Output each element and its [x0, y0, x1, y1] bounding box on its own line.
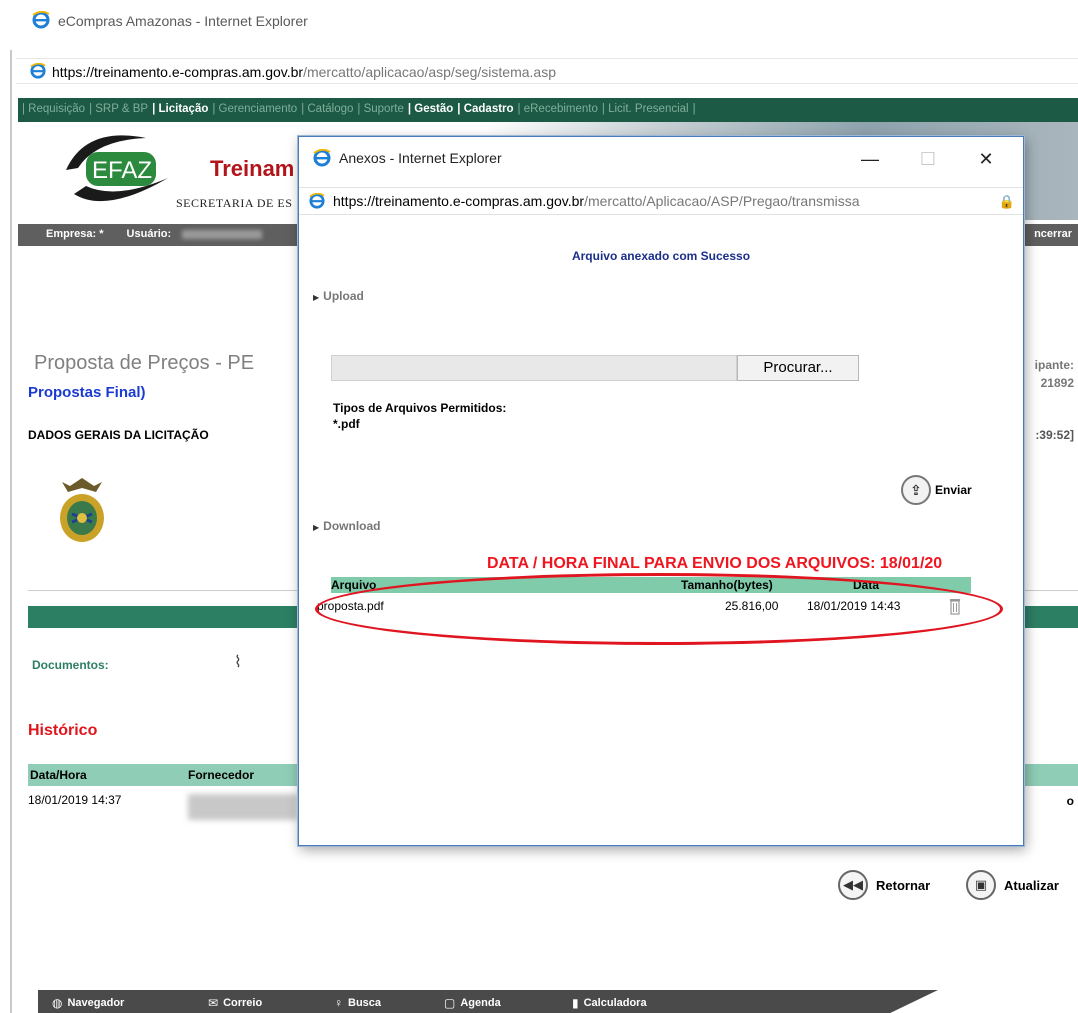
tipos-value: *.pdf — [333, 417, 360, 431]
table-row: proposta.pdf 25.816,00 18/01/2019 14:43 — [317, 597, 971, 615]
usuario-redacted — [182, 229, 263, 239]
paperclip-icon[interactable]: ⌇ — [234, 652, 242, 672]
empresa-label: Empresa: * — [46, 228, 104, 240]
sefaz-logo: EFAZ — [66, 135, 168, 202]
documentos-label: Documentos: — [32, 658, 109, 672]
col-arquivo: Arquivo — [331, 578, 377, 592]
window-left-edge — [10, 0, 12, 1013]
brand-treinamento: Treinam — [210, 156, 295, 181]
navegador-button[interactable]: ◍ Navegador — [52, 996, 124, 1010]
page-title: Proposta de Preços - PE — [34, 352, 255, 374]
minimize-button[interactable]: — — [847, 145, 893, 173]
row-date: 18/01/2019 14:37 — [28, 793, 122, 807]
nav-item[interactable]: | — [693, 103, 696, 115]
brand-secretaria: SECRETARIA DE ES — [176, 196, 293, 210]
enviar-button[interactable]: ⇪ Enviar — [901, 475, 972, 505]
nav-item[interactable]: | Gerenciamento — [212, 103, 297, 115]
file-size: 25.816,00 — [725, 599, 779, 613]
upload-icon: ⇪ — [901, 475, 931, 505]
encerrar-link[interactable]: ncerrar — [1034, 228, 1072, 240]
success-message: Arquivo anexado com Sucesso — [571, 249, 751, 263]
close-button[interactable]: ✕ — [963, 145, 1009, 173]
usuario-label: Usuário: — [126, 228, 172, 240]
ie-icon — [309, 192, 325, 212]
popup-body: Arquivo anexado com Sucesso ▶ Upload Proc… — [299, 217, 1023, 845]
nav-item[interactable]: | Catálogo — [301, 103, 353, 115]
clock-time: :39:52] — [1035, 428, 1074, 442]
file-path-input[interactable] — [331, 355, 737, 381]
anexos-popup-window: Anexos - Internet Explorer — ☐ ✕ https:/… — [298, 136, 1024, 846]
download-section-toggle[interactable]: ▶ Download — [313, 519, 380, 533]
calculator-icon: ▮ — [572, 996, 579, 1010]
amazonas-crest — [60, 478, 104, 542]
correio-button[interactable]: ✉ Correio — [208, 996, 262, 1010]
files-table-header: Arquivo Tamanho(bytes) Data — [331, 577, 971, 593]
svg-text:EFAZ: EFAZ — [92, 157, 152, 184]
nav-item[interactable]: | eRecebimento — [518, 103, 598, 115]
nav-item[interactable]: | Licit. Presencial — [602, 103, 689, 115]
nav-item[interactable]: | Gestão — [408, 103, 453, 115]
ie-icon — [32, 10, 50, 32]
file-name-link[interactable]: proposta.pdf — [317, 599, 384, 613]
main-url[interactable]: https://treinamento.e-compras.am.gov.br/… — [52, 64, 556, 80]
popup-url[interactable]: https://treinamento.e-compras.am.gov.br/… — [333, 193, 983, 209]
participante-label: ipante: — [1034, 358, 1074, 372]
maximize-button[interactable]: ☐ — [905, 145, 951, 173]
busca-button[interactable]: ♀ Busca — [334, 996, 381, 1010]
col-fornecedor: Fornecedor — [188, 768, 255, 782]
triangle-right-icon: ▶ — [313, 523, 320, 532]
dados-gerais-heading: DADOS GERAIS DA LICITAÇÃO — [28, 428, 209, 442]
bottom-toolbar: ◍ Navegador ✉ Correio ♀ Busca ▢ Agenda ▮ Calc… — [38, 990, 938, 1013]
nav-item[interactable]: | Requisição — [22, 103, 85, 115]
ie-icon — [313, 148, 331, 170]
file-date: 18/01/2019 14:43 — [807, 599, 901, 613]
upload-section-toggle[interactable]: ▶ Upload — [313, 289, 364, 303]
lock-icon: 🔒 — [998, 194, 1015, 209]
col-tamanho: Tamanho(bytes) — [681, 578, 773, 592]
ie-icon — [30, 62, 46, 82]
rewind-icon: ◀◀ — [838, 870, 868, 900]
popup-titlebar[interactable]: Anexos - Internet Explorer — ☐ ✕ — [299, 137, 1023, 181]
retornar-button[interactable]: ◀◀ Retornar — [838, 870, 930, 900]
popup-title: Anexos - Internet Explorer — [339, 150, 502, 166]
page-subtitle: Propostas Final) — [28, 384, 146, 401]
atualizar-button[interactable]: ▣ Atualizar — [966, 870, 1059, 900]
main-address-bar[interactable]: https://treinamento.e-compras.am.gov.br/… — [16, 58, 1078, 84]
participante-number: 21892 — [1040, 376, 1074, 390]
globe-icon: ◍ — [52, 996, 63, 1010]
fornecedor-redacted — [188, 794, 298, 820]
main-window-title: eCompras Amazonas - Internet Explorer — [58, 13, 308, 29]
nav-item[interactable]: | Suporte — [357, 103, 403, 115]
main-window-titlebar: eCompras Amazonas - Internet Explorer — [0, 0, 1078, 50]
calculadora-button[interactable]: ▮ Calculadora — [572, 996, 647, 1010]
save-icon: ▣ — [966, 870, 996, 900]
calendar-icon: ▢ — [444, 996, 456, 1010]
tipos-label: Tipos de Arquivos Permitidos: — [333, 401, 507, 415]
top-navigation: | Requisição | SRP & BP | Licitação | Geren… — [18, 98, 1078, 122]
historico-heading: Histórico — [28, 722, 98, 739]
trash-icon[interactable] — [949, 597, 961, 615]
search-icon: ♀ — [334, 996, 343, 1010]
col-data: Data — [853, 578, 880, 592]
nav-item[interactable]: | Cadastro — [457, 103, 513, 115]
triangle-right-icon: ▶ — [313, 293, 320, 302]
nav-item[interactable]: | Licitação — [152, 103, 208, 115]
col-data-hora: Data/Hora — [30, 768, 87, 782]
agenda-button[interactable]: ▢ Agenda — [444, 996, 501, 1010]
deadline-message: DATA / HORA FINAL PARA ENVIO DOS ARQUIVO… — [487, 555, 943, 572]
browse-button[interactable]: Procurar... — [737, 355, 859, 381]
row-end-text: o — [1066, 794, 1074, 808]
nav-item[interactable]: | SRP & BP — [89, 103, 148, 115]
mail-icon: ✉ — [208, 996, 219, 1010]
popup-address-bar[interactable]: https://treinamento.e-compras.am.gov.br/… — [299, 187, 1023, 215]
